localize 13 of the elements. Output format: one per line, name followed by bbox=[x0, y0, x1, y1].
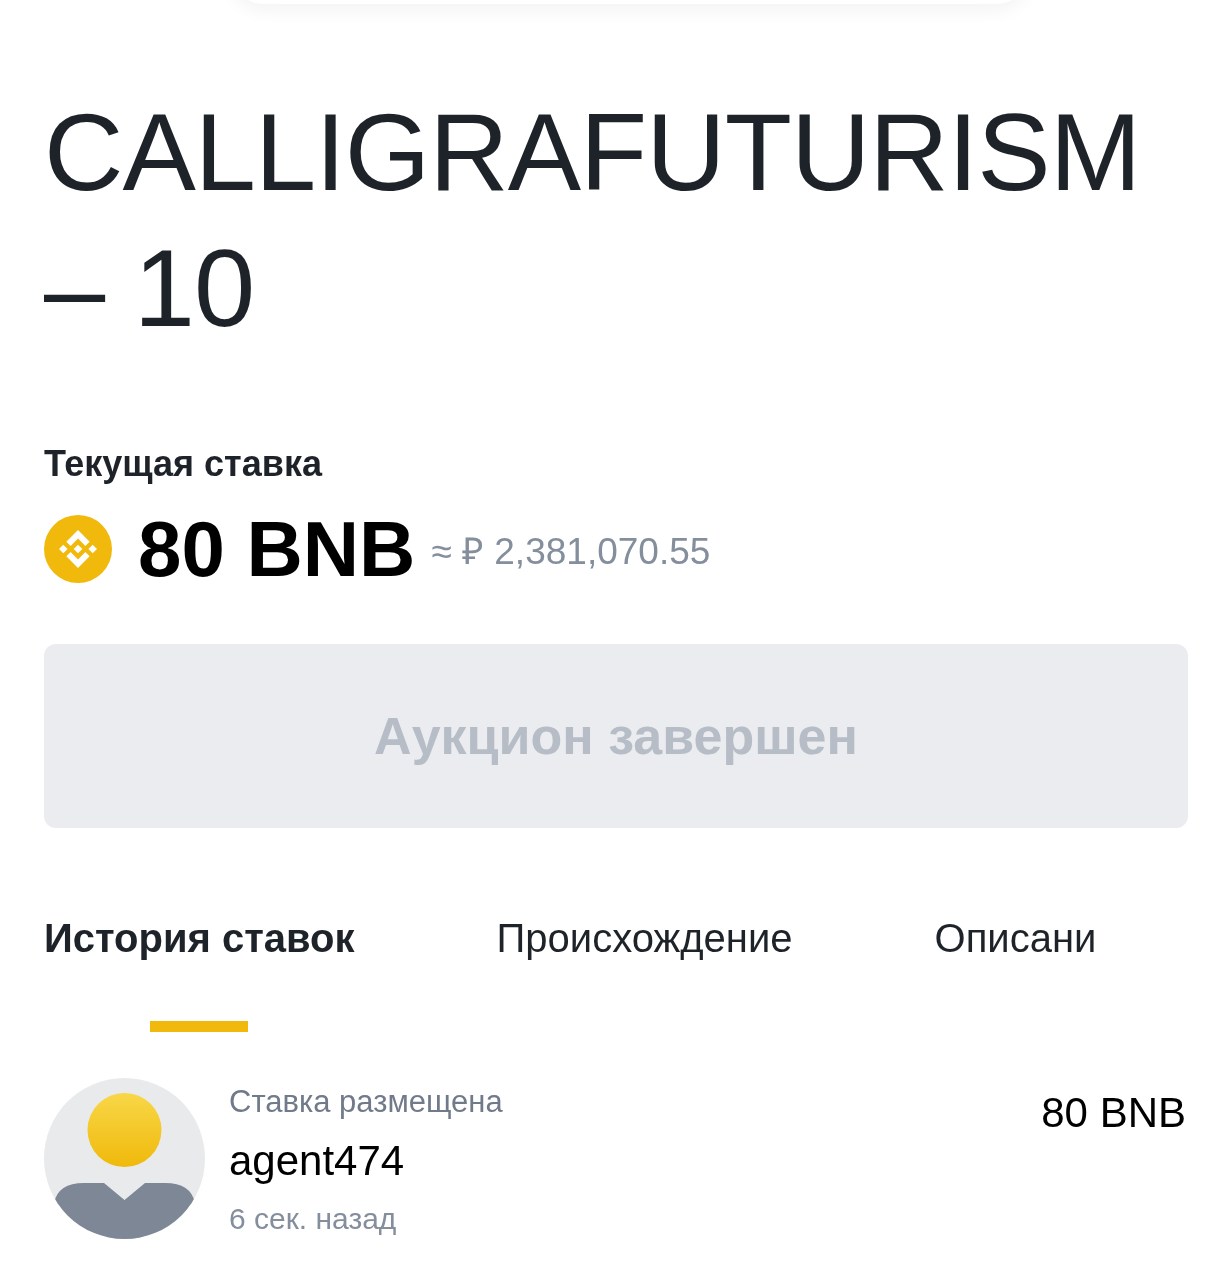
bid-time: 6 сек. назад bbox=[229, 1201, 397, 1237]
item-title: CALLIGRAFUTURISM – 10 bbox=[44, 89, 1142, 351]
current-bid-label: Текущая ставка bbox=[44, 442, 322, 486]
tab[interactable]: История ставок bbox=[44, 914, 355, 962]
tab[interactable]: Происхождение bbox=[496, 914, 793, 962]
bid-caption: Ставка размещена bbox=[229, 1083, 503, 1121]
bid-amount: 80 BNB bbox=[1041, 1088, 1186, 1138]
bidder-name: agent474 bbox=[229, 1136, 405, 1186]
current-bid-amount: 80 BNB bbox=[138, 504, 416, 594]
avatar-icon bbox=[44, 1078, 205, 1239]
tab[interactable]: Описани bbox=[934, 914, 1097, 962]
bnb-coin-icon bbox=[44, 515, 112, 583]
fiat-equivalent: ≈ ₽ 2,381,070.55 bbox=[431, 530, 711, 574]
